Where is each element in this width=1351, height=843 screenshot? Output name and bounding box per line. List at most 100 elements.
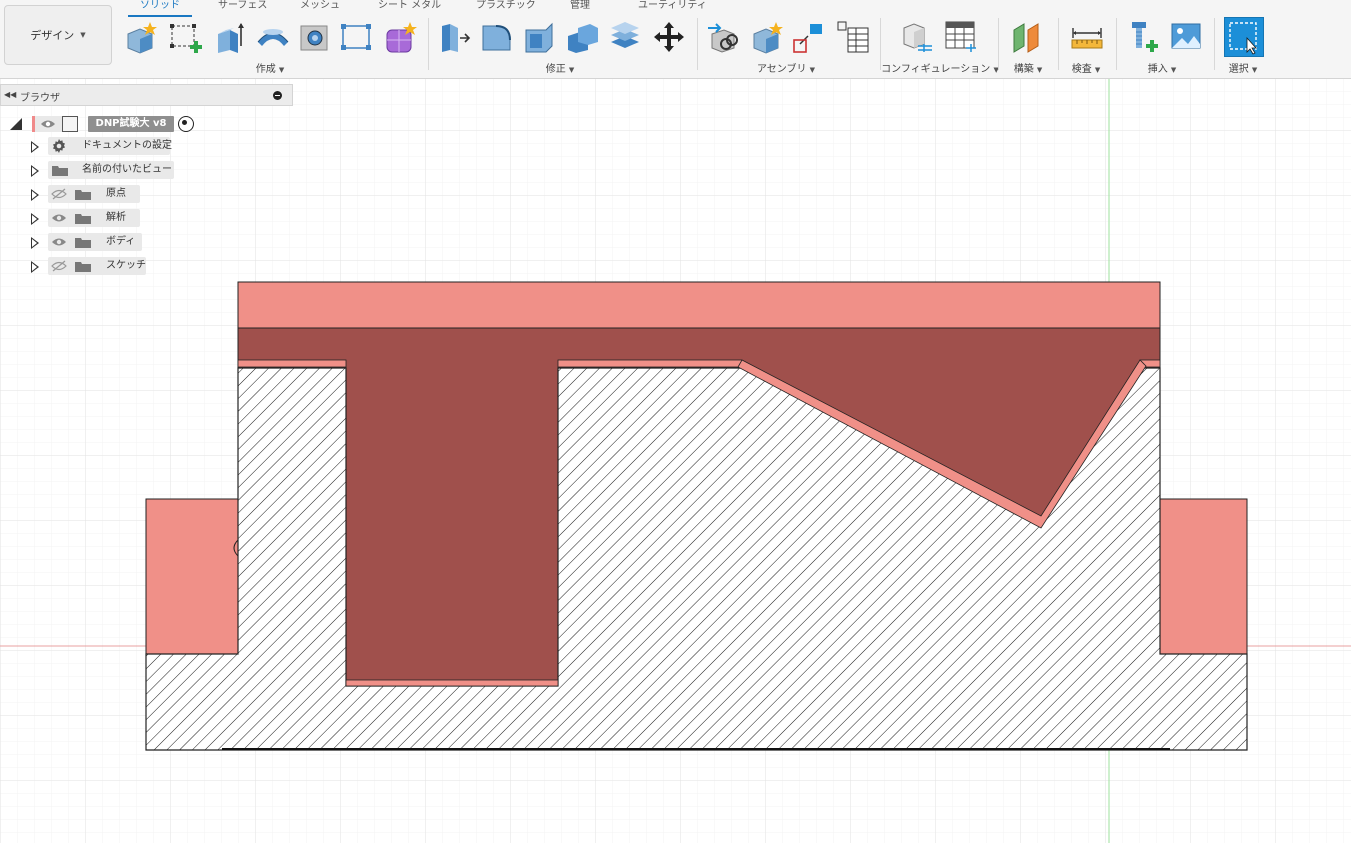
minimize-panel-icon[interactable] [273,91,282,100]
press-pull-icon[interactable] [438,20,472,54]
construct-menu[interactable]: 構築 ▼ [1014,60,1043,75]
folder-icon [75,190,91,200]
insert-canvas-icon[interactable] [1170,20,1204,54]
divider [428,18,429,70]
combine-icon[interactable] [566,20,600,54]
item-chip: ドキュメントの設定 [48,137,172,155]
configure-model-icon[interactable] [900,20,934,54]
divider [697,18,698,70]
root-component-label[interactable]: DNP試験大 v8 [88,116,174,132]
expand-icon[interactable] [31,213,39,225]
shell-icon[interactable] [522,20,556,54]
browser-item-named-views[interactable]: 名前の付いたビュー [28,161,178,181]
modify-menu[interactable]: 修正 ▼ [546,60,575,75]
item-label: 解析 [106,212,126,223]
create-menu[interactable]: 作成 ▼ [256,60,285,75]
workspace-switcher[interactable]: デザイン ▼ [4,5,112,65]
item-label: 原点 [106,188,126,199]
divider [1058,18,1059,70]
eye-icon[interactable] [51,212,67,224]
divider [1116,18,1117,70]
browser-item-sketches[interactable]: スケッチ [28,257,178,277]
configure-menu[interactable]: コンフィギュレーション ▼ [881,60,999,75]
item-chip: スケッチ [48,257,146,275]
model-body[interactable] [145,281,1248,751]
toolbar: デザイン ▼ ソリッド サーフェス メッシュ シート メタル プラスチック 管理… [0,0,1351,79]
collapse-root-icon[interactable] [10,118,22,130]
activate-radio[interactable] [178,116,194,132]
assemble-menu[interactable]: アセンブリ ▼ [757,60,815,75]
tab-utilities[interactable]: ユーティリティ [638,0,707,16]
expand-icon[interactable] [31,189,39,201]
item-chip: 原点 [48,185,140,203]
tab-manage[interactable]: 管理 [570,0,590,16]
offset-plane-icon[interactable] [1010,20,1044,54]
new-component-icon[interactable] [750,20,784,54]
fillet-icon[interactable] [480,20,514,54]
bom-icon[interactable] [836,20,870,54]
tab-surface[interactable]: サーフェス [218,0,267,16]
tab-sheet-metal[interactable]: シート メタル [378,0,441,16]
expand-icon[interactable] [31,141,39,153]
config-table-icon[interactable] [944,20,978,54]
item-chip: 名前の付いたビュー [48,161,174,179]
browser-item-bodies[interactable]: ボディ [28,233,178,253]
gear-icon [53,139,65,153]
pattern-icon[interactable] [340,20,374,54]
expand-icon[interactable] [31,165,39,177]
revolve-icon[interactable] [256,20,290,54]
workspace-label: デザイン [30,29,75,42]
inspect-menu[interactable]: 検査 ▼ [1072,60,1101,75]
item-chip: 解析 [48,209,140,227]
item-label: スケッチ [106,260,146,271]
expand-icon[interactable] [31,237,39,249]
select-menu-label: 選択 [1228,64,1249,75]
item-label: ドキュメントの設定 [82,140,172,151]
viewport-canvas[interactable] [0,79,1351,843]
create-sketch-icon[interactable] [168,20,202,54]
ledge-mid [557,359,743,368]
folder-icon [52,166,68,176]
hole-icon[interactable] [298,20,332,54]
inner-fill[interactable] [346,366,558,686]
item-label: ボディ [106,236,136,247]
tab-plastic[interactable]: プラスチック [476,0,536,16]
folder-icon [75,238,91,248]
top-plate[interactable] [237,281,1161,329]
joint-icon[interactable] [706,20,740,54]
divider [1214,18,1215,70]
browser-item-origin[interactable]: 原点 [28,185,178,205]
select-menu[interactable]: 選択 ▼ [1229,60,1258,75]
measure-icon[interactable] [1070,20,1104,54]
move-copy-icon[interactable] [652,20,686,54]
create-form-icon[interactable] [384,20,418,54]
divider [998,18,999,70]
new-component-icon[interactable] [124,20,158,54]
right-tab[interactable] [1159,498,1248,655]
inspect-menu-label: 検査 [1071,64,1092,75]
offset-face-icon[interactable] [608,20,642,54]
item-label: 名前の付いたビュー [82,164,172,175]
collapse-panel-icon[interactable]: ◀◀ [4,90,16,99]
construct-menu-label: 構築 [1013,64,1034,75]
configure-menu-label: コンフィギュレーション [881,64,991,75]
folder-icon [75,214,91,224]
insert-derive-icon[interactable] [1128,20,1162,54]
expand-icon[interactable] [31,261,39,273]
browser-item-analysis[interactable]: 解析 [28,209,178,229]
eye-hidden-icon[interactable] [51,260,67,272]
tab-solid[interactable]: ソリッド [128,0,192,17]
extrude-icon[interactable] [212,20,246,54]
eye-hidden-icon[interactable] [51,188,67,200]
eye-icon[interactable] [51,236,67,248]
chevron-down-icon: ▼ [80,31,86,39]
tab-mesh[interactable]: メッシュ [300,0,340,16]
select-icon[interactable] [1224,17,1264,57]
root-eye-icon[interactable] [32,116,65,132]
insert-menu[interactable]: 挿入 ▼ [1148,60,1177,75]
insert-menu-label: 挿入 [1147,64,1168,75]
browser-item-document-settings[interactable]: ドキュメントの設定 [28,137,178,157]
modify-menu-label: 修正 [545,64,566,75]
as-built-joint-icon[interactable] [792,20,826,54]
left-tab[interactable] [145,498,239,655]
